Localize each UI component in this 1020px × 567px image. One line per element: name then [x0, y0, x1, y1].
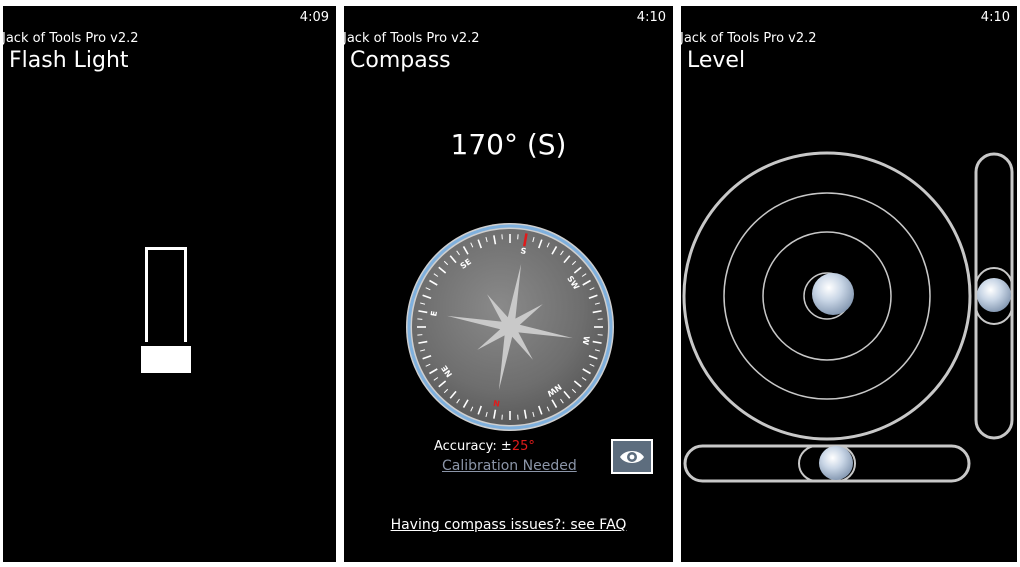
- bubble-level: [682, 151, 1014, 483]
- page-title: Compass: [350, 48, 451, 73]
- page-title: Flash Light: [9, 48, 129, 73]
- eye-icon: [620, 450, 644, 463]
- horizontal-level-bubble: [819, 446, 853, 480]
- status-clock: 4:10: [636, 10, 666, 25]
- accuracy-value: 25°: [511, 439, 535, 454]
- status-clock: 4:09: [299, 10, 329, 25]
- flash-light-screen: 4:09 Jack of Tools Pro v2.2 Flash Light: [3, 6, 336, 562]
- compass-label-w: W: [581, 335, 591, 345]
- compass-dial[interactable]: SSWWNWNNEESE: [404, 221, 616, 433]
- flashlight-switch-frame: [145, 247, 187, 342]
- accuracy-label: Accuracy: ±: [434, 439, 512, 454]
- compass-faq-link[interactable]: Having compass issues?: see FAQ: [344, 517, 673, 533]
- calibration-needed-link[interactable]: Calibration Needed: [442, 458, 577, 474]
- camera-view-button[interactable]: [611, 439, 653, 474]
- app-title: Jack of Tools Pro v2.2: [3, 31, 139, 46]
- app-title: Jack of Tools Pro v2.2: [344, 31, 480, 46]
- compass-heading: 170° (S): [450, 128, 567, 161]
- compass-screen: 4:10 Jack of Tools Pro v2.2 Compass 170°…: [344, 6, 673, 562]
- flashlight-switch-knob[interactable]: [141, 346, 191, 373]
- level-screen: 4:10 Jack of Tools Pro v2.2 Level: [681, 6, 1017, 562]
- flashlight-toggle-switch[interactable]: [141, 247, 191, 373]
- bullseye-bubble: [812, 273, 854, 315]
- accuracy-readout: Accuracy: ±25°: [434, 439, 535, 454]
- vertical-level-bubble: [977, 278, 1011, 312]
